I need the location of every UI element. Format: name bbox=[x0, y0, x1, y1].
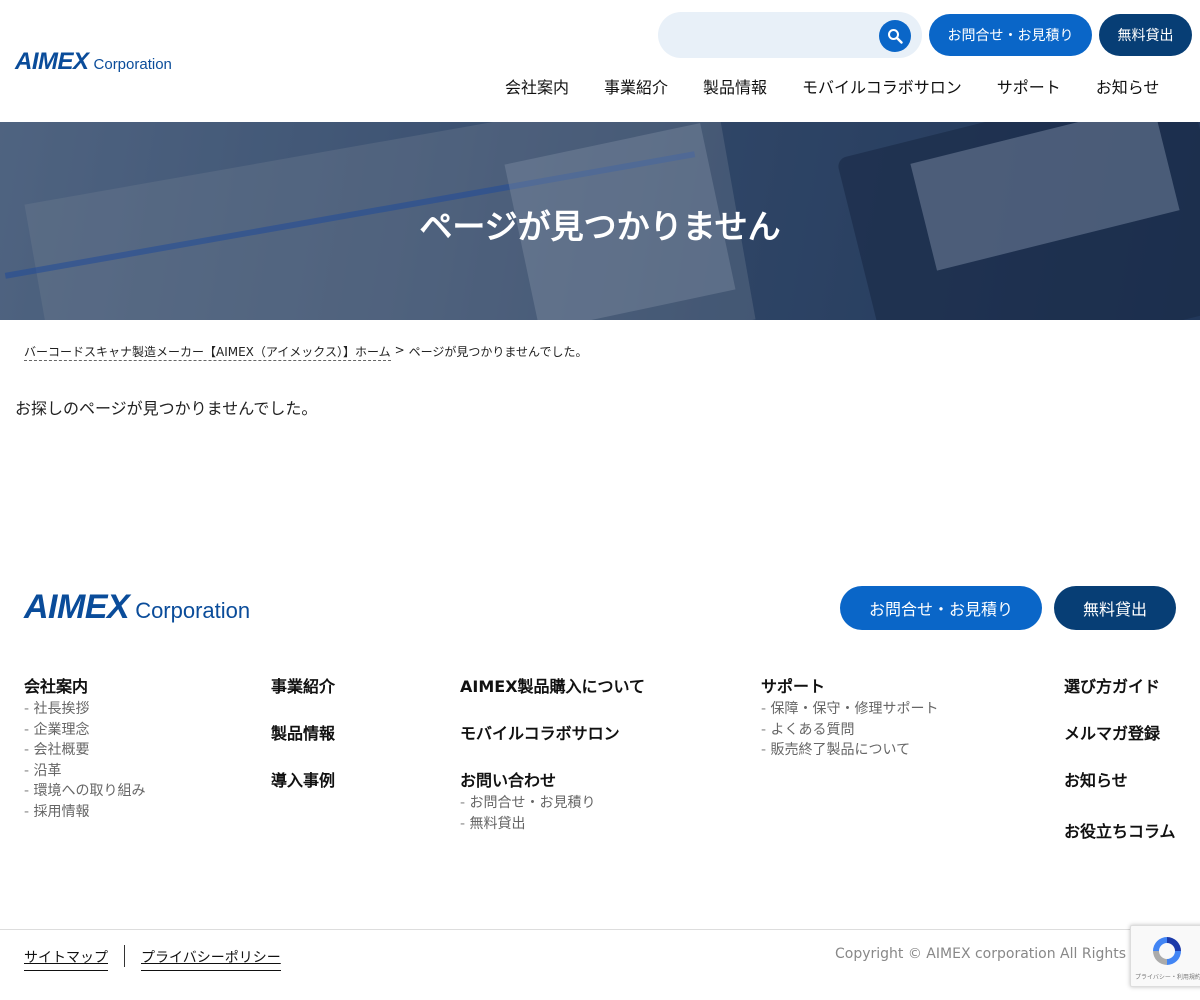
main-nav: 会社案内 事業紹介 製品情報 モバイルコラボサロン サポート お知らせ bbox=[505, 74, 1159, 98]
footer-link-overview[interactable]: 会社概要 bbox=[24, 740, 146, 761]
breadcrumb-separator: > bbox=[394, 343, 405, 357]
footer-link-greeting[interactable]: 社長挨拶 bbox=[24, 699, 146, 720]
footer-col-business: 事業紹介 製品情報 導入事例 bbox=[271, 673, 335, 790]
hero-banner: ページが見つかりません bbox=[0, 122, 1200, 320]
footer-col-purchase: AIMEX製品購入について モバイルコラボサロン お問い合わせ お問合せ・お見積… bbox=[460, 673, 645, 834]
breadcrumb: バーコードスキャナ製造メーカー【AIMEX（アイメックス）】ホーム > ページが… bbox=[24, 343, 587, 361]
breadcrumb-home-link[interactable]: バーコードスキャナ製造メーカー【AIMEX（アイメックス）】ホーム bbox=[24, 343, 391, 361]
footer-logo-mark: AIMEX bbox=[24, 588, 130, 626]
not-found-message: お探しのページが見つかりませんでした。 bbox=[15, 399, 318, 418]
search-icon bbox=[888, 29, 903, 44]
site-logo[interactable]: AIMEX Corporation bbox=[15, 48, 172, 76]
footer-link-business[interactable]: 事業紹介 bbox=[271, 673, 335, 696]
privacy-policy-link[interactable]: プライバシーポリシー bbox=[141, 947, 281, 971]
footer-link-history[interactable]: 沿革 bbox=[24, 761, 146, 782]
footer-link-support[interactable]: サポート bbox=[761, 673, 939, 696]
footer-link-separator bbox=[124, 945, 125, 967]
footer-link-warranty[interactable]: 保障・保守・修理サポート bbox=[761, 699, 939, 720]
footer-support-sublist: 保障・保守・修理サポート よくある質問 販売終了製品について bbox=[761, 699, 939, 761]
footer-link-inquiry[interactable]: お問い合わせ bbox=[460, 767, 645, 790]
footer-link-column[interactable]: お役立ちコラム bbox=[1064, 818, 1176, 841]
footer-logo-corporation: Corporation bbox=[135, 598, 251, 623]
footer-contact-estimate-button[interactable]: お問合せ・お見積り bbox=[840, 586, 1042, 630]
footer-link-company[interactable]: 会社案内 bbox=[24, 673, 146, 696]
footer-company-sublist: 社長挨拶 企業理念 会社概要 沿革 環境への取り組み 採用情報 bbox=[24, 699, 146, 822]
nav-item-mobile-salon[interactable]: モバイルコラボサロン bbox=[802, 74, 962, 98]
footer-link-faq[interactable]: よくある質問 bbox=[761, 720, 939, 741]
footer-link-environment[interactable]: 環境への取り組み bbox=[24, 781, 146, 802]
footer-link-newsletter[interactable]: メルマガ登録 bbox=[1064, 720, 1176, 743]
contact-estimate-button[interactable]: お問合せ・お見積り bbox=[929, 14, 1092, 56]
footer-inquiry-sublist: お問合せ・お見積り 無料貸出 bbox=[460, 793, 645, 834]
copyright: Copyright © AIMEX corporation All Rights… bbox=[835, 946, 1135, 962]
footer-link-discontinued[interactable]: 販売終了製品について bbox=[761, 740, 939, 761]
recaptcha-icon bbox=[1153, 937, 1181, 965]
footer-link-products[interactable]: 製品情報 bbox=[271, 720, 335, 743]
free-loan-button[interactable]: 無料貸出 bbox=[1099, 14, 1192, 56]
footer-link-news[interactable]: お知らせ bbox=[1064, 767, 1176, 790]
footer-logo[interactable]: AIMEX Corporation bbox=[24, 588, 250, 627]
footer-link-recruit[interactable]: 採用情報 bbox=[24, 802, 146, 823]
search-input[interactable] bbox=[676, 22, 876, 48]
search-button[interactable] bbox=[879, 20, 911, 52]
footer-col-support: サポート 保障・保守・修理サポート よくある質問 販売終了製品について bbox=[761, 673, 939, 761]
nav-item-support[interactable]: サポート bbox=[997, 74, 1061, 98]
footer-link-purchase[interactable]: AIMEX製品購入について bbox=[460, 673, 645, 696]
recaptcha-badge[interactable]: プライバシー・利用規約 bbox=[1130, 925, 1200, 987]
logo-mark: AIMEX bbox=[15, 48, 89, 75]
search-box bbox=[658, 12, 922, 58]
footer-link-contact-estimate[interactable]: お問合せ・お見積り bbox=[460, 793, 645, 814]
logo-corporation: Corporation bbox=[93, 56, 172, 73]
nav-item-company[interactable]: 会社案内 bbox=[505, 74, 569, 98]
page-title: ページが見つかりません bbox=[419, 207, 781, 246]
footer-link-mobile-salon[interactable]: モバイルコラボサロン bbox=[460, 720, 645, 743]
footer-link-philosophy[interactable]: 企業理念 bbox=[24, 720, 146, 741]
footer-free-loan-button[interactable]: 無料貸出 bbox=[1054, 586, 1176, 630]
footer-link-selection-guide[interactable]: 選び方ガイド bbox=[1064, 673, 1176, 696]
footer-link-free-loan[interactable]: 無料貸出 bbox=[460, 814, 645, 835]
site-header: AIMEX Corporation お問合せ・お見積り 無料貸出 会社案内 事業… bbox=[0, 0, 1200, 122]
nav-item-news[interactable]: お知らせ bbox=[1096, 74, 1160, 98]
footer-link-case-studies[interactable]: 導入事例 bbox=[271, 767, 335, 790]
recaptcha-text: プライバシー・利用規約 bbox=[1135, 974, 1200, 981]
footer-col-guide: 選び方ガイド メルマガ登録 お知らせ お役立ちコラム bbox=[1064, 673, 1176, 841]
sitemap-link[interactable]: サイトマップ bbox=[24, 947, 108, 971]
footer-divider bbox=[0, 929, 1200, 930]
nav-item-business[interactable]: 事業紹介 bbox=[604, 74, 668, 98]
breadcrumb-current: ページが見つかりませんでした。 bbox=[408, 345, 588, 359]
nav-item-products[interactable]: 製品情報 bbox=[703, 74, 767, 98]
footer-col-company: 会社案内 社長挨拶 企業理念 会社概要 沿革 環境への取り組み 採用情報 bbox=[24, 673, 146, 822]
